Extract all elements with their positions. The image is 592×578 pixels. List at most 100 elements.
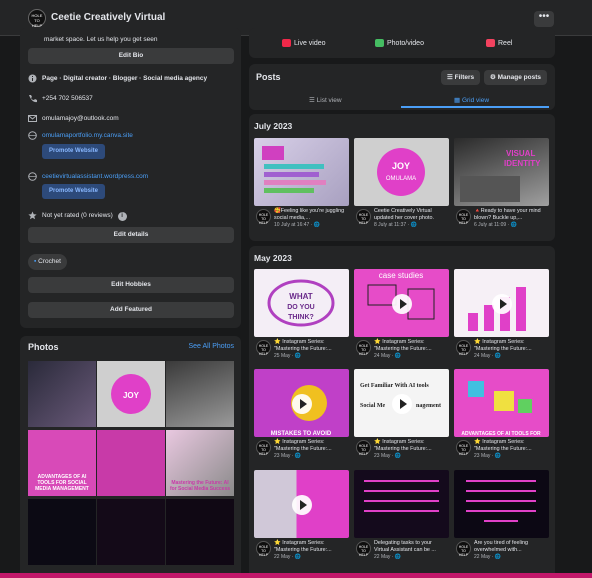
- globe-icon: [28, 172, 37, 181]
- may-section: May 2023 WHAT DO YOU THINK? HOLE TO HELP ⭐…: [249, 246, 555, 578]
- info-icon: [28, 74, 37, 83]
- page-category: Page · Digital creator · Blogger · Socia…: [28, 74, 207, 83]
- see-all-photos-link[interactable]: See All Photos: [188, 343, 234, 350]
- tab-grid-view[interactable]: ▦ Grid view: [454, 96, 489, 104]
- post-thumbnail: [354, 470, 449, 538]
- post-thumbnail: JOY OMULAMA: [354, 138, 449, 206]
- photo-tile[interactable]: JOY: [97, 361, 165, 427]
- post-date: 23 May · 🌐: [374, 453, 402, 459]
- grid-icon: ▦: [454, 97, 462, 104]
- post-text: ⭐ Instagram Series: "Mastering the Futur…: [374, 439, 432, 452]
- post-thumbnail: [254, 138, 349, 206]
- live-video-button[interactable]: Live video: [282, 39, 326, 47]
- post-avatar: HOLE TO HELP: [456, 340, 471, 356]
- promote-website-button-2[interactable]: Promote Website: [42, 184, 105, 199]
- posts-title: Posts: [256, 72, 281, 82]
- svg-text:JOY: JOY: [392, 161, 410, 171]
- post-avatar: HOLE TO HELP: [356, 440, 371, 456]
- list-icon: ☰: [309, 97, 317, 104]
- add-featured-button[interactable]: Add Featured: [28, 302, 234, 318]
- svg-text:MISTAKES TO AVOID: MISTAKES TO AVOID: [271, 431, 332, 437]
- post-text: ⭐ Instagram Series: "Mastering the Futur…: [274, 439, 332, 452]
- hobby-chip[interactable]: ▪ Crochet: [28, 254, 67, 270]
- photo-icon: [375, 39, 384, 47]
- live-video-icon: [282, 39, 291, 47]
- photo-tile[interactable]: [97, 430, 165, 496]
- post-thumbnail: MISTAKES TO AVOID: [254, 369, 349, 437]
- photo-video-button[interactable]: Photo/video: [375, 39, 424, 47]
- active-tab-indicator: [401, 106, 549, 108]
- post-thumbnail: ADVANTAGES OF AI TOOLS FOR: [454, 369, 549, 437]
- info-circle-icon[interactable]: i: [117, 212, 127, 222]
- post-thumbnail: [454, 470, 549, 538]
- play-icon[interactable]: [292, 495, 312, 515]
- post-thumbnail: case studies: [354, 269, 449, 337]
- post-text: Delegating tasks to your Virtual Assista…: [374, 540, 436, 553]
- play-icon[interactable]: [392, 294, 412, 314]
- website-row-1: omulamaportfolio.my.canva.site: [28, 131, 133, 140]
- play-icon[interactable]: [292, 394, 312, 414]
- svg-text:DO YOU: DO YOU: [287, 304, 315, 311]
- post-date: 23 May · 🌐: [274, 453, 302, 459]
- photos-title: Photos: [28, 342, 59, 352]
- post-date: 24 May · 🌐: [474, 353, 502, 359]
- post-thumbnail: WHAT DO YOU THINK?: [254, 269, 349, 337]
- phone-icon: [28, 94, 37, 103]
- post-thumbnail: [254, 470, 349, 538]
- reel-button[interactable]: Reel: [486, 39, 512, 47]
- post-date: 22 May · 🌐: [274, 554, 302, 560]
- svg-text:IDENTITY: IDENTITY: [504, 159, 541, 168]
- post-text: Ceetie Creatively Virtual updated her co…: [374, 208, 434, 221]
- photo-tile[interactable]: Mastering the Future: AI for Social Medi…: [166, 430, 234, 496]
- post-avatar: HOLE TO HELP: [256, 541, 271, 557]
- bottom-accent-strip: [0, 573, 592, 578]
- post-avatar: HOLE TO HELP: [456, 209, 471, 225]
- svg-text:Get Familiar With AI tools: Get Familiar With AI tools: [360, 383, 429, 389]
- post-avatar: HOLE TO HELP: [256, 209, 271, 225]
- photo-tile[interactable]: [28, 361, 96, 427]
- email-icon: [28, 114, 37, 123]
- svg-text:VISUAL: VISUAL: [506, 149, 535, 158]
- edit-details-button[interactable]: Edit details: [28, 227, 234, 243]
- photo-tile[interactable]: [97, 499, 165, 565]
- post-text: 🥰Feeling like you're juggling social med…: [274, 208, 345, 221]
- photo-tile[interactable]: ADVANTAGES OF AI TOOLS FOR SOCIAL MEDIA …: [28, 430, 96, 496]
- photo-tile[interactable]: [166, 361, 234, 427]
- post-text: ⭐ Instagram Series: "Mastering the Futur…: [474, 339, 532, 352]
- svg-text:WHAT: WHAT: [289, 292, 313, 301]
- posts-header: Posts ☰ Filters ⚙ Manage posts ☰ List vi…: [249, 64, 555, 110]
- page-title[interactable]: Ceetie Creatively Virtual: [51, 12, 165, 23]
- play-icon[interactable]: [392, 394, 412, 414]
- post-date: 6 July at 11:09 · 🌐: [474, 222, 517, 228]
- post-avatar: HOLE TO HELP: [356, 541, 371, 557]
- post-avatar: HOLE TO HELP: [356, 340, 371, 356]
- play-icon[interactable]: [492, 294, 512, 314]
- filters-button[interactable]: ☰ Filters: [441, 70, 481, 85]
- post-text: ⭐ Instagram Series: "Mastering the Futur…: [374, 339, 432, 352]
- promote-website-button-1[interactable]: Promote Website: [42, 144, 105, 159]
- post-date: 22 May · 🌐: [374, 554, 402, 560]
- photo-tile[interactable]: [28, 499, 96, 565]
- tab-list-view[interactable]: ☰ List view: [309, 96, 342, 104]
- post-avatar: HOLE TO HELP: [456, 440, 471, 456]
- bio-text: market space. Let us help you get seen: [44, 36, 158, 43]
- post-date: 24 May · 🌐: [374, 353, 402, 359]
- post-avatar: HOLE TO HELP: [256, 440, 271, 456]
- post-text: ⭐ Instagram Series: "Mastering the Futur…: [274, 339, 332, 352]
- post-date: 10 July at 16:47 · 🌐: [274, 222, 320, 228]
- page-avatar[interactable]: HOLE TO HELP: [28, 9, 46, 28]
- website-link-2[interactable]: ceetievirtualassistant.wordpress.com: [42, 173, 148, 180]
- email-row: omulamajoy@outlook.com: [28, 114, 119, 123]
- website-link-1[interactable]: omulamaportfolio.my.canva.site: [42, 132, 133, 139]
- post-date: 25 May · 🌐: [274, 353, 302, 359]
- more-options-button[interactable]: •••: [534, 11, 554, 27]
- svg-text:JOY: JOY: [123, 391, 140, 400]
- manage-posts-button[interactable]: ⚙ Manage posts: [484, 70, 547, 85]
- phone-row: +254 702 506537: [28, 94, 93, 103]
- svg-text:OMULAMA: OMULAMA: [386, 176, 416, 182]
- photo-tile[interactable]: [166, 499, 234, 565]
- star-icon: [28, 211, 37, 220]
- edit-hobbies-button[interactable]: Edit Hobbies: [28, 277, 234, 293]
- july-section: July 2023 HOLE TO HELP 🥰Feeling like you…: [249, 114, 555, 241]
- edit-bio-button[interactable]: Edit Bio: [28, 48, 234, 64]
